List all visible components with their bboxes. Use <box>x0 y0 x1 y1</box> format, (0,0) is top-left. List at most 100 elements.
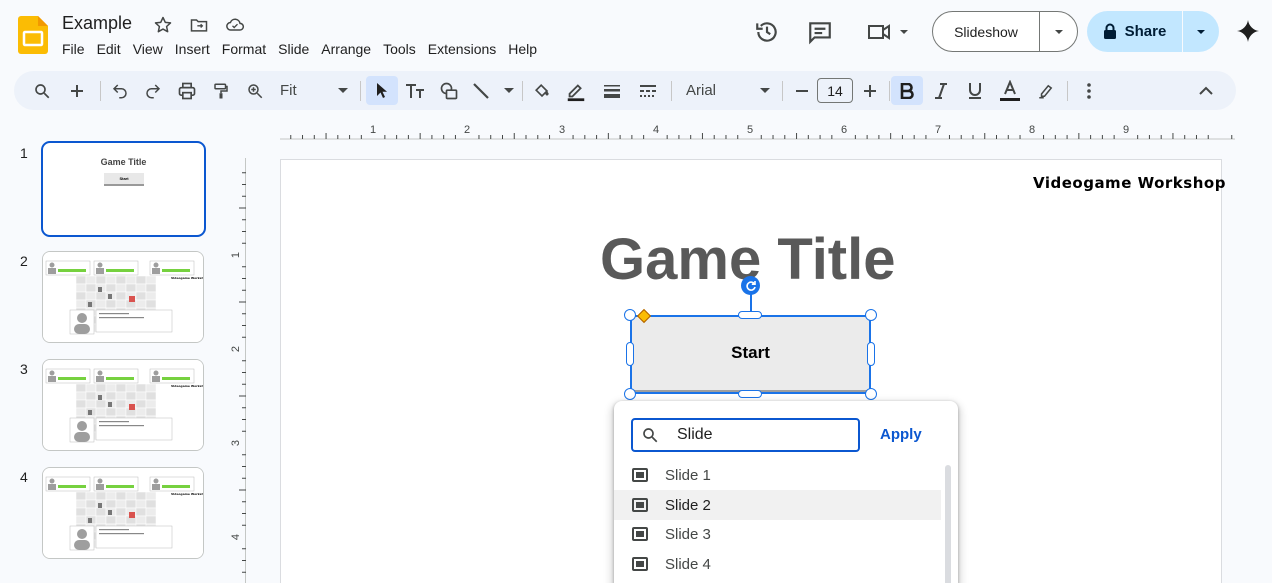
menu-view[interactable]: View <box>127 40 169 58</box>
share-button[interactable]: Share <box>1087 11 1219 52</box>
slide-number: 3 <box>20 361 28 377</box>
link-option-label: Slide 1 <box>665 466 711 484</box>
font-size-input[interactable]: 14 <box>817 78 853 103</box>
menu-arrange[interactable]: Arrange <box>315 40 377 58</box>
underline-icon[interactable] <box>961 76 989 105</box>
comments-icon[interactable] <box>806 18 834 46</box>
link-option-slide-2[interactable]: Slide 2 <box>614 490 941 520</box>
ruler-number: 1 <box>370 124 376 136</box>
font-select[interactable]: Arial <box>680 76 776 105</box>
font-name: Arial <box>686 82 717 99</box>
resize-handle[interactable] <box>738 311 762 319</box>
link-option-label: Slide 4 <box>665 555 711 573</box>
increase-font-size-icon[interactable] <box>857 76 883 105</box>
ruler-number: 4 <box>653 124 659 136</box>
menu-format[interactable]: Format <box>216 40 272 58</box>
bold-icon[interactable] <box>891 76 923 105</box>
border-dash-icon[interactable] <box>634 76 662 105</box>
ruler-number: 9 <box>1123 124 1129 136</box>
border-weight-icon[interactable] <box>598 76 626 105</box>
print-icon[interactable] <box>173 76 201 105</box>
slideshow-button[interactable]: Slideshow <box>932 11 1078 52</box>
resize-handle[interactable] <box>624 388 636 400</box>
menu-file[interactable]: File <box>56 40 91 58</box>
menu-edit[interactable]: Edit <box>91 40 127 58</box>
italic-icon[interactable] <box>927 76 955 105</box>
collapse-toolbar-icon[interactable] <box>1192 76 1220 105</box>
menu-slide[interactable]: Slide <box>272 40 315 58</box>
game-board-thumbnail: Videogame Workshop <box>43 252 203 342</box>
fill-color-icon[interactable] <box>528 76 556 105</box>
svg-text:Videogame Workshop: Videogame Workshop <box>171 276 203 280</box>
ruler-number: 8 <box>1029 124 1035 136</box>
decrease-font-size-icon[interactable] <box>789 76 815 105</box>
line-tool[interactable] <box>470 76 516 105</box>
share-label: Share <box>1124 23 1167 40</box>
undo-icon[interactable] <box>106 76 134 105</box>
version-history-icon[interactable] <box>753 18 781 46</box>
link-option-label: Slide 2 <box>665 496 711 514</box>
thumb-title: Game Title <box>100 157 147 167</box>
slides-logo[interactable] <box>18 16 48 54</box>
gemini-icon[interactable] <box>1236 19 1260 43</box>
highlight-color-icon[interactable] <box>1032 76 1060 105</box>
line-icon <box>472 82 490 100</box>
menu-help[interactable]: Help <box>502 40 543 58</box>
move-folder-icon[interactable] <box>188 14 210 36</box>
cloud-saved-icon[interactable] <box>224 14 246 36</box>
slideshow-label[interactable]: Slideshow <box>933 12 1040 51</box>
more-options-icon[interactable] <box>1075 76 1103 105</box>
resize-handle[interactable] <box>624 309 636 321</box>
border-color-icon[interactable] <box>562 76 590 105</box>
zoom-icon[interactable] <box>241 76 269 105</box>
ruler-number: 1 <box>230 252 242 258</box>
slide-thumbnail-1[interactable]: Game Title Start <box>41 141 206 237</box>
text-color-icon[interactable] <box>996 76 1024 105</box>
popup-scrollbar[interactable] <box>945 465 951 583</box>
new-slide-icon[interactable] <box>63 76 91 105</box>
svg-text:Videogame Workshop: Videogame Workshop <box>171 492 203 496</box>
resize-handle[interactable] <box>867 342 875 366</box>
slide-thumbnail-2[interactable]: Videogame Workshop <box>42 251 204 343</box>
zoom-value: Fit <box>280 82 297 99</box>
document-title[interactable]: Example <box>62 13 132 34</box>
slide-number: 1 <box>20 145 28 161</box>
slideshow-dropdown-icon[interactable] <box>1040 12 1077 51</box>
link-option-slide-3[interactable]: Slide 3 <box>614 519 941 549</box>
link-option-slide-1[interactable]: Slide 1 <box>614 460 941 490</box>
resize-handle[interactable] <box>865 309 877 321</box>
ruler-number: 5 <box>747 124 753 136</box>
resize-handle[interactable] <box>626 342 634 366</box>
menu-insert[interactable]: Insert <box>169 40 216 58</box>
apply-button[interactable]: Apply <box>880 426 922 443</box>
star-icon[interactable] <box>152 14 174 36</box>
slide-thumbnail-3[interactable]: Videogame Workshop <box>42 359 204 451</box>
zoom-select[interactable]: Fit <box>276 76 354 105</box>
shape-icon[interactable] <box>435 76 463 105</box>
slide-icon <box>614 468 665 482</box>
menu-extensions[interactable]: Extensions <box>422 40 502 58</box>
menu-tools[interactable]: Tools <box>377 40 422 58</box>
redo-icon[interactable] <box>139 76 167 105</box>
share-dropdown-icon[interactable] <box>1183 11 1219 52</box>
link-popup: Apply Slide 1 Slide 2 Slide 3 Slide 4 <box>614 401 958 583</box>
link-search-field[interactable] <box>631 418 860 452</box>
link-option-slide-4[interactable]: Slide 4 <box>614 549 941 579</box>
resize-handle[interactable] <box>738 390 762 398</box>
select-tool-icon[interactable] <box>366 76 398 105</box>
ruler-number: 3 <box>230 440 242 446</box>
ruler-number: 7 <box>935 124 941 136</box>
rotate-handle-icon[interactable] <box>741 276 760 295</box>
ruler-number: 6 <box>841 124 847 136</box>
slide-number: 4 <box>20 469 28 485</box>
slide-thumbnail-4[interactable]: Videogame Workshop <box>42 467 204 559</box>
paint-format-icon[interactable] <box>207 76 235 105</box>
text-box-icon[interactable] <box>401 76 429 105</box>
svg-text:Videogame Workshop: Videogame Workshop <box>171 384 203 388</box>
workshop-label[interactable]: Videogame Workshop <box>1033 174 1226 192</box>
link-search-input[interactable] <box>667 426 847 444</box>
meet-call-icon[interactable] <box>864 18 912 46</box>
search-menus-icon[interactable] <box>28 76 56 105</box>
resize-handle[interactable] <box>865 388 877 400</box>
slide-icon <box>614 498 665 512</box>
